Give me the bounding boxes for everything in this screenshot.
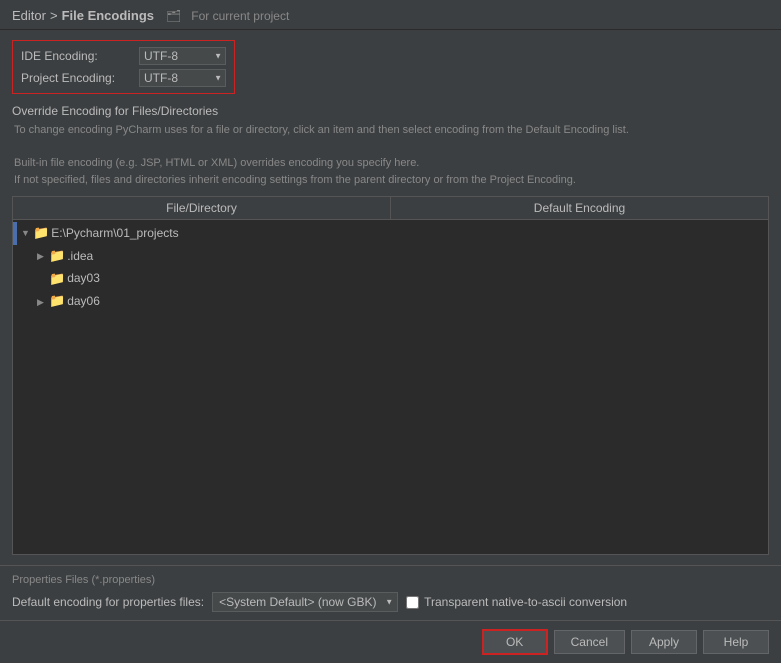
project-encoding-select-wrapper[interactable]: UTF-8 GBK ISO-8859-1 US-ASCII xyxy=(139,69,226,87)
transparent-checkbox-row: Transparent native-to-ascii conversion xyxy=(406,595,627,609)
toggle-expand-idea[interactable]: ▶ xyxy=(37,249,49,263)
col-file-directory: File/Directory xyxy=(13,197,391,219)
help-button[interactable]: Help xyxy=(703,630,769,654)
breadcrumb-editor: Editor xyxy=(12,8,46,23)
override-desc-line3: If not specified, files and directories … xyxy=(14,172,769,189)
apply-button[interactable]: Apply xyxy=(631,630,697,654)
project-encoding-row: Project Encoding: UTF-8 GBK ISO-8859-1 U… xyxy=(21,69,226,87)
properties-label: Default encoding for properties files: xyxy=(12,595,204,609)
main-content: IDE Encoding: UTF-8 GBK ISO-8859-1 US-AS… xyxy=(0,30,781,565)
folder-icon: 📁 xyxy=(49,291,65,312)
properties-title: Properties Files (*.properties) xyxy=(12,574,769,586)
project-encoding-label: Project Encoding: xyxy=(21,71,131,85)
table-row[interactable]: ▼ 📁 E:\Pycharm\01_projects xyxy=(13,222,768,245)
col-default-encoding: Default Encoding xyxy=(391,197,768,219)
override-desc: To change encoding PyCharm uses for a fi… xyxy=(12,122,769,188)
ide-encoding-select-wrapper[interactable]: UTF-8 GBK ISO-8859-1 US-ASCII xyxy=(139,47,226,65)
properties-section: Properties Files (*.properties) Default … xyxy=(0,565,781,620)
override-desc-line1: To change encoding PyCharm uses for a fi… xyxy=(14,122,769,139)
settings-dialog: Editor > File Encodings 🗂 For current pr… xyxy=(0,0,781,663)
folder-icon: 📁 xyxy=(33,223,49,244)
table-row[interactable]: ▶ 📁 day06 xyxy=(13,290,768,313)
properties-row: Default encoding for properties files: <… xyxy=(12,592,769,612)
project-encoding-select[interactable]: UTF-8 GBK ISO-8859-1 US-ASCII xyxy=(139,69,226,87)
file-table: File/Directory Default Encoding ▼ 📁 E:\P… xyxy=(12,196,769,555)
encoding-section: IDE Encoding: UTF-8 GBK ISO-8859-1 US-AS… xyxy=(12,40,235,94)
file-name-root: E:\Pycharm\01_projects xyxy=(51,224,178,243)
breadcrumb-separator: > xyxy=(50,8,58,23)
header: Editor > File Encodings 🗂 For current pr… xyxy=(0,0,781,30)
toggle-expand-day06[interactable]: ▶ xyxy=(37,295,49,309)
ide-encoding-row: IDE Encoding: UTF-8 GBK ISO-8859-1 US-AS… xyxy=(21,47,226,65)
properties-encoding-select[interactable]: <System Default> (now GBK) UTF-8 GBK ISO… xyxy=(212,592,398,612)
table-header: File/Directory Default Encoding xyxy=(13,197,768,220)
button-bar: OK Cancel Apply Help xyxy=(0,620,781,663)
file-name-idea: .idea xyxy=(67,247,93,266)
transparent-label: Transparent native-to-ascii conversion xyxy=(424,595,627,609)
table-row[interactable]: 📁 day03 xyxy=(13,268,768,291)
scope-text: For current project xyxy=(191,9,289,23)
cancel-button[interactable]: Cancel xyxy=(554,630,625,654)
transparent-checkbox[interactable] xyxy=(406,596,419,609)
ok-button[interactable]: OK xyxy=(482,629,548,655)
scope-icon: 🗂 xyxy=(166,9,181,23)
properties-select-wrapper[interactable]: <System Default> (now GBK) UTF-8 GBK ISO… xyxy=(212,592,398,612)
table-row[interactable]: ▶ 📁 .idea xyxy=(13,245,768,268)
override-title: Override Encoding for Files/Directories xyxy=(12,104,769,118)
file-name-day03: day03 xyxy=(67,269,100,288)
ide-encoding-select[interactable]: UTF-8 GBK ISO-8859-1 US-ASCII xyxy=(139,47,226,65)
toggle-expand-root[interactable]: ▼ xyxy=(21,226,33,240)
override-desc-line2: Built-in file encoding (e.g. JSP, HTML o… xyxy=(14,155,769,172)
left-indicator xyxy=(13,222,17,245)
breadcrumb-current: File Encodings xyxy=(62,8,154,23)
table-body[interactable]: ▼ 📁 E:\Pycharm\01_projects ▶ 📁 .idea 📁 xyxy=(13,220,768,554)
ide-encoding-label: IDE Encoding: xyxy=(21,49,131,63)
folder-icon: 📁 xyxy=(49,246,65,267)
folder-icon: 📁 xyxy=(49,269,65,290)
file-name-day06: day06 xyxy=(67,292,100,311)
